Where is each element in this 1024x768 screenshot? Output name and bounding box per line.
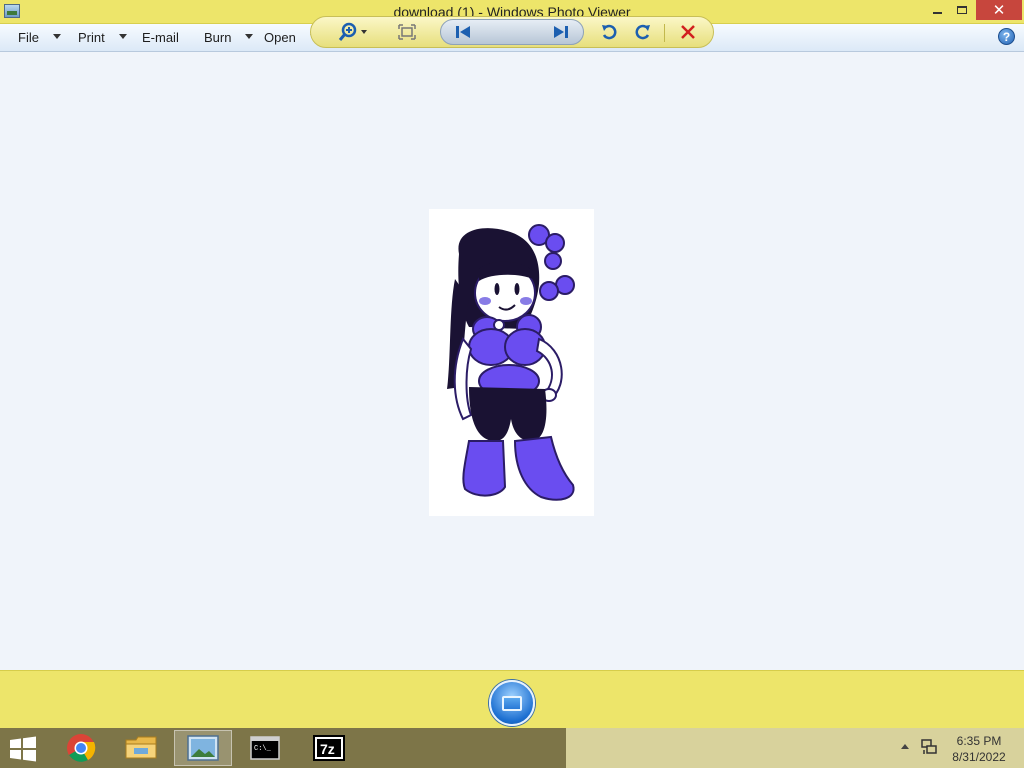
7zip-text: 7z [320, 741, 335, 757]
clock-date: 8/31/2022 [952, 750, 1006, 764]
chevron-down-icon [52, 34, 61, 39]
windows-logo-icon [10, 736, 36, 762]
file-explorer-icon [125, 736, 157, 759]
delete-icon [681, 25, 695, 39]
rotate-counterclockwise-icon [602, 24, 617, 40]
network-icon[interactable] [920, 738, 938, 756]
slideshow-button[interactable] [489, 680, 535, 726]
file-menu-label: File [18, 30, 39, 45]
system-clock[interactable]: 6:35 PM 8/31/2022 [944, 733, 1014, 765]
command-prompt-icon: C:\_ [250, 736, 280, 760]
minimize-icon [932, 12, 942, 14]
print-menu-label: Print [78, 30, 105, 45]
taskbar-command-prompt[interactable]: C:\_ [236, 730, 294, 766]
help-button[interactable]: ? [998, 28, 1015, 45]
next-button[interactable] [546, 18, 576, 46]
7zip-icon: 7z [313, 735, 345, 761]
show-hidden-icons-button[interactable] [901, 744, 909, 749]
close-button[interactable]: ✕ [976, 0, 1022, 20]
chrome-icon [67, 734, 96, 762]
chevron-down-icon [118, 34, 127, 39]
restore-icon [957, 6, 967, 14]
rotate-clockwise-button[interactable] [630, 18, 656, 46]
chevron-down-icon [245, 34, 254, 39]
next-icon [554, 26, 568, 38]
print-menu[interactable]: Print [78, 30, 127, 45]
command-prompt-text: C:\_ [254, 745, 272, 753]
taskbar-7zip[interactable]: 7z [300, 730, 358, 766]
open-menu-label: Open [264, 30, 296, 45]
restore-button[interactable] [950, 0, 974, 20]
burn-menu-label: Burn [204, 30, 232, 45]
zoom-icon [338, 22, 367, 41]
previous-icon [456, 26, 470, 38]
previous-button[interactable] [448, 18, 478, 46]
slideshow-icon [502, 695, 522, 711]
displayed-image [429, 209, 594, 516]
minimize-button[interactable] [924, 0, 950, 20]
file-menu[interactable]: File [18, 30, 61, 45]
character-illustration [447, 224, 575, 501]
taskbar-photo-viewer[interactable] [174, 730, 232, 766]
email-button-label: E-mail [142, 30, 179, 45]
control-separator [664, 24, 665, 42]
clock-time: 6:35 PM [956, 734, 1002, 748]
image-viewer-area[interactable] [0, 52, 1024, 670]
rotate-counterclockwise-button[interactable] [596, 18, 622, 46]
actual-size-button[interactable] [394, 18, 420, 46]
delete-button[interactable] [674, 18, 702, 46]
email-button[interactable]: E-mail [142, 30, 179, 45]
rotate-clockwise-icon [635, 24, 650, 40]
taskbar-file-explorer[interactable] [112, 730, 170, 766]
burn-menu[interactable]: Burn [204, 30, 254, 45]
start-button[interactable] [8, 736, 38, 762]
taskbar-chrome[interactable] [52, 730, 110, 766]
photo-viewer-icon [187, 735, 219, 761]
actual-size-icon [398, 24, 416, 40]
zoom-button[interactable] [336, 18, 372, 46]
